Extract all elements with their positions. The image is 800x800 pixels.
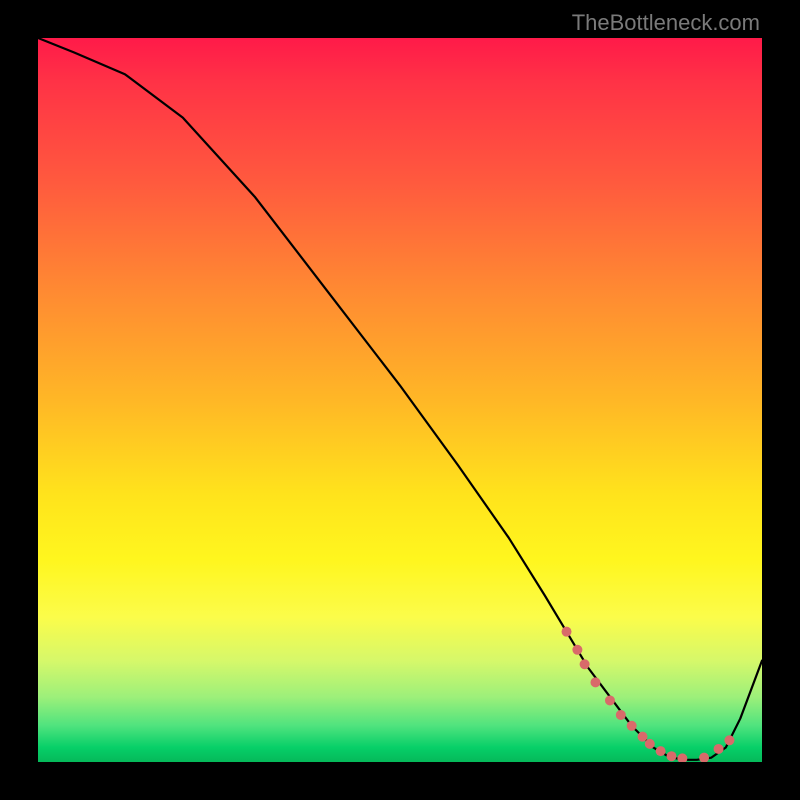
curve-layer (38, 38, 762, 762)
marker-dot (580, 659, 590, 669)
marker-dot (605, 695, 615, 705)
marker-dot (714, 744, 724, 754)
plot-area (38, 38, 762, 762)
watermark-text: TheBottleneck.com (572, 10, 760, 36)
marker-dot (638, 732, 648, 742)
marker-dot (572, 645, 582, 655)
marker-dot (627, 721, 637, 731)
marker-dot (699, 753, 709, 762)
chart-container: TheBottleneck.com (0, 0, 800, 800)
marker-dot (677, 753, 687, 762)
marker-dot (645, 739, 655, 749)
bottleneck-curve (38, 38, 762, 760)
marker-dot (667, 751, 677, 761)
marker-dot (656, 746, 666, 756)
marker-dot (616, 710, 626, 720)
highlight-dots (562, 627, 735, 762)
marker-dot (724, 735, 734, 745)
marker-dot (590, 677, 600, 687)
marker-dot (562, 627, 572, 637)
